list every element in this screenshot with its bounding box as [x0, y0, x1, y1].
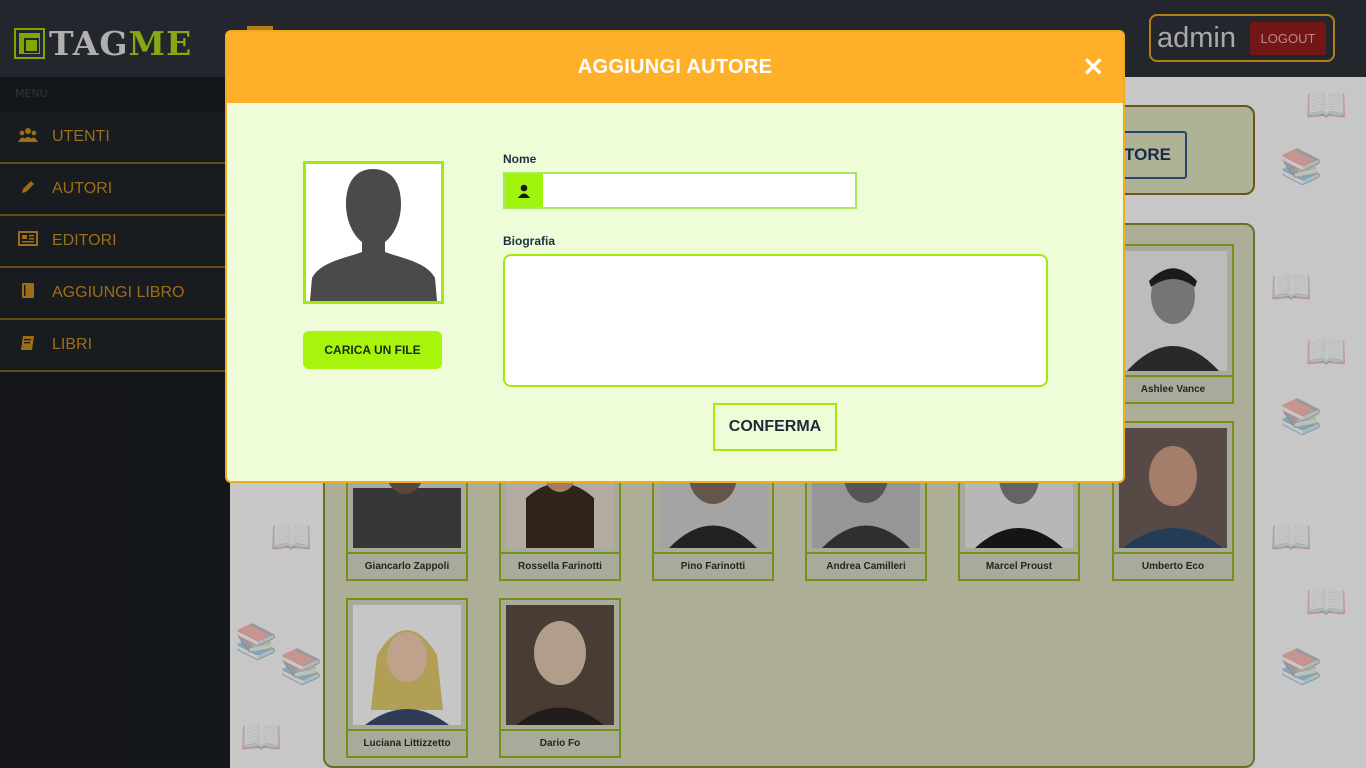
author-photo [1119, 428, 1227, 548]
sidebar-item-autori[interactable]: AUTORI [0, 164, 230, 216]
author-photo [506, 605, 614, 725]
add-author-modal: AGGIUNGI AUTORE × CARICA UN FILE Nome Bi… [225, 30, 1125, 483]
name-input[interactable] [545, 174, 855, 207]
modal-header: AGGIUNGI AUTORE × [227, 32, 1123, 103]
logo-text-part2: ME [128, 24, 193, 63]
book-pattern-icon: 📖 [1305, 582, 1348, 622]
user-icon [505, 174, 543, 207]
app-logo[interactable]: TAGME [14, 24, 192, 63]
logo-text: TAGME [49, 24, 192, 63]
bio-label: Biografia [503, 234, 556, 248]
book-pattern-icon: 📖 [270, 517, 313, 557]
sidebar-item-label: LIBRI [52, 336, 93, 353]
book-pattern-icon: 📚 [1280, 647, 1323, 687]
author-name: Umberto Eco [1114, 552, 1232, 579]
book-pattern-icon: 📚 [1280, 147, 1323, 187]
logout-button[interactable]: LOGOUT [1250, 22, 1326, 55]
sidebar: MENU UTENTI AUTORI EDITORI AGGIUNGI LIBR… [0, 77, 230, 768]
books-icon [18, 335, 38, 356]
author-name: Andrea Camilleri [807, 552, 925, 579]
sidebar-item-utenti[interactable]: UTENTI [0, 112, 230, 164]
author-name: Ashlee Vance [1114, 375, 1232, 402]
logo-text-part1: TAG [49, 24, 129, 63]
sidebar-item-aggiungi-libro[interactable]: AGGIUNGI LIBRO [0, 268, 230, 320]
sidebar-item-label: AUTORI [52, 180, 113, 197]
bio-textarea[interactable] [503, 254, 1048, 387]
book-pattern-icon: 📚 [235, 622, 278, 662]
sidebar-item-label: AGGIUNGI LIBRO [52, 284, 185, 301]
menu-label: MENU [15, 87, 48, 100]
sidebar-item-editori[interactable]: EDITORI [0, 216, 230, 268]
book-pattern-icon: 📖 [1270, 267, 1313, 307]
author-card[interactable]: Ashlee Vance [1112, 244, 1234, 404]
book-pattern-icon: 📖 [1305, 332, 1348, 372]
book-pattern-icon: 📚 [280, 647, 323, 687]
author-photo [353, 605, 461, 725]
logo-icon [14, 28, 45, 59]
name-field-group [503, 172, 857, 209]
modal-title: AGGIUNGI AUTORE [577, 56, 773, 78]
user-name: admin [1157, 22, 1236, 54]
author-card[interactable]: Luciana Littizzetto [346, 598, 468, 758]
book-pattern-icon: 📖 [1305, 85, 1348, 125]
author-name: Pino Farinotti [654, 552, 772, 579]
newspaper-icon [18, 231, 38, 251]
author-name: Dario Fo [501, 729, 619, 756]
users-icon [18, 127, 38, 148]
sidebar-item-libri[interactable]: LIBRI [0, 320, 230, 372]
book-pattern-icon: 📖 [240, 717, 283, 757]
author-name: Marcel Proust [960, 552, 1078, 579]
book-icon [18, 282, 38, 304]
sidebar-item-label: UTENTI [52, 128, 110, 145]
avatar-placeholder [303, 161, 444, 304]
sidebar-item-label: EDITORI [52, 232, 117, 249]
book-pattern-icon: 📚 [1280, 397, 1323, 437]
close-icon[interactable]: × [1082, 52, 1105, 80]
confirm-button[interactable]: CONFERMA [713, 403, 837, 451]
author-card[interactable]: Umberto Eco [1112, 421, 1234, 581]
author-name: Rossella Farinotti [501, 552, 619, 579]
author-name: Luciana Littizzetto [348, 729, 466, 756]
upload-file-button[interactable]: CARICA UN FILE [303, 331, 442, 369]
sidebar-menu: UTENTI AUTORI EDITORI AGGIUNGI LIBRO LIB… [0, 112, 230, 372]
user-panel: admin LOGOUT [1149, 14, 1335, 62]
name-label: Nome [503, 152, 537, 166]
pencil-icon [18, 179, 38, 200]
author-photo [1119, 251, 1227, 371]
author-name: Giancarlo Zappoli [348, 552, 466, 579]
author-card[interactable]: Dario Fo [499, 598, 621, 758]
book-pattern-icon: 📖 [1270, 517, 1313, 557]
